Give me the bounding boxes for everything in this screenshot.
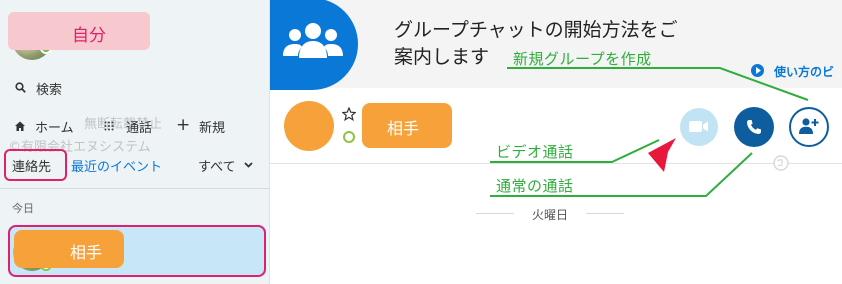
annotation-video-call: ビデオ通話: [496, 143, 574, 161]
annotation-audio-call: 通常の通話: [496, 177, 574, 195]
annotation-lines: [490, 67, 809, 197]
new-group-pointer-line: [507, 67, 809, 101]
annotation-new-group: 新規グループを作成: [513, 50, 652, 68]
